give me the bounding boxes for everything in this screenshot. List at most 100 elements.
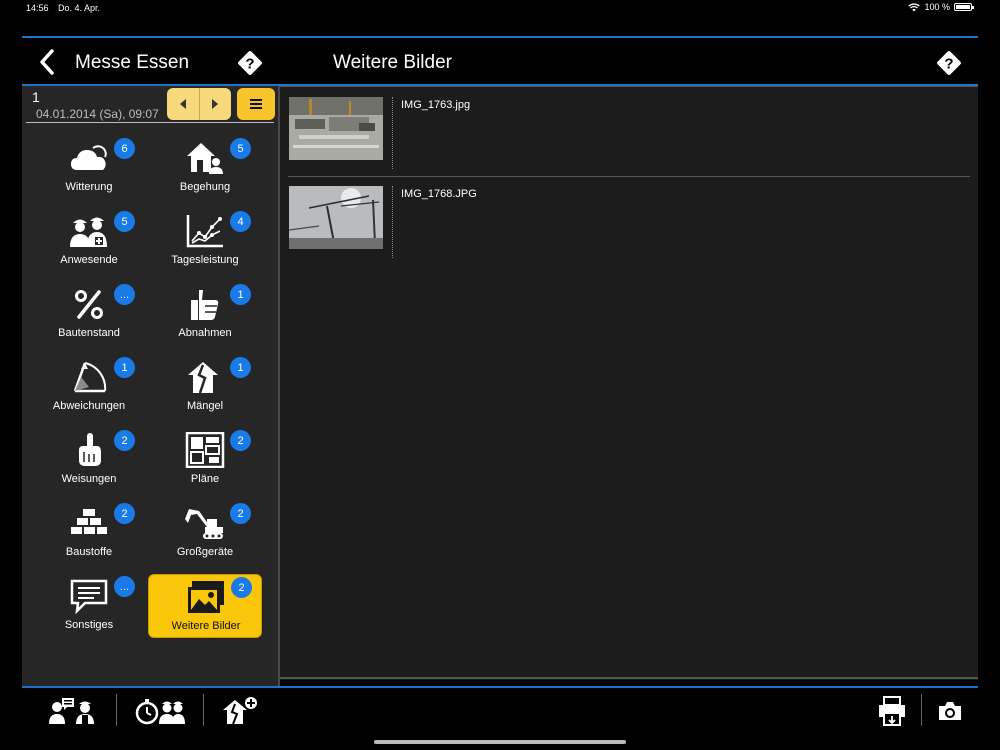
wifi-icon <box>908 2 921 11</box>
category-tile[interactable]: 2 Großgeräte <box>148 501 262 565</box>
list-item[interactable]: IMG_1768.JPG <box>280 178 970 266</box>
status-date: Do. 4. Apr. <box>58 3 101 13</box>
category-tile[interactable]: 6 Witterung <box>32 136 146 200</box>
category-label: Anwesende <box>60 254 118 266</box>
category-label: Begehung <box>179 181 231 193</box>
status-indicators: 100 % <box>908 2 974 12</box>
toolbar-separator <box>921 694 922 726</box>
category-label: Abnahmen <box>178 327 232 339</box>
category-label: Abweichungen <box>52 400 126 412</box>
bricks-icon <box>69 505 109 541</box>
count-badge: 2 <box>114 503 135 524</box>
thumbs-up-icon <box>185 286 225 322</box>
category-tile[interactable]: 1 Abnahmen <box>148 282 262 346</box>
category-tile[interactable]: ... Bautenstand <box>32 282 146 346</box>
count-badge: 2 <box>230 503 251 524</box>
category-tile[interactable]: 2 Pläne <box>148 428 262 492</box>
workers-icon <box>69 213 109 249</box>
category-tile[interactable]: ... Sonstiges <box>32 574 146 638</box>
excavator-icon <box>185 505 225 541</box>
cloud-icon <box>69 140 109 176</box>
count-badge: ... <box>114 284 135 305</box>
list-bottom-divider <box>280 677 978 679</box>
count-badge: 2 <box>114 430 135 451</box>
count-badge: 1 <box>230 357 251 378</box>
back-chevron-icon[interactable] <box>36 48 58 76</box>
category-tile[interactable]: 1 Mängel <box>148 355 262 419</box>
image-list: IMG_1763.jpg IMG_1768.JPG <box>280 86 978 680</box>
battery-percent: 100 % <box>924 2 950 12</box>
deviation-icon <box>69 359 109 395</box>
category-tile[interactable]: 2 Baustoffe <box>32 501 146 565</box>
persons-chat-icon <box>49 698 94 724</box>
image-filename: IMG_1763.jpg <box>401 99 471 111</box>
project-title: Messe Essen <box>75 52 190 73</box>
print-export-icon <box>879 696 905 726</box>
next-day-button[interactable] <box>198 88 232 120</box>
category-tile[interactable]: 2 Weisungen <box>32 428 146 492</box>
count-badge: 6 <box>114 138 135 159</box>
day-number: 1 <box>32 89 40 105</box>
day-navigation <box>167 88 231 120</box>
home-indicator <box>374 740 626 744</box>
house-person-icon <box>185 140 225 176</box>
meeting-button[interactable] <box>46 694 100 728</box>
category-label: Tagesleistung <box>171 254 239 266</box>
category-tile[interactable]: 5 Begehung <box>148 136 262 200</box>
line-chart-icon <box>185 213 225 249</box>
category-label: Sonstiges <box>64 619 114 631</box>
row-divider <box>288 176 970 177</box>
toolbar-separator <box>203 694 204 726</box>
svg-text:?: ? <box>245 56 254 73</box>
bottom-toolbar <box>22 688 978 734</box>
pictures-icon <box>186 579 226 615</box>
count-badge: 1 <box>114 357 135 378</box>
count-badge: 5 <box>114 211 135 232</box>
count-badge: 5 <box>230 138 251 159</box>
add-broken-house-icon <box>223 697 257 725</box>
camera-button[interactable] <box>934 694 966 728</box>
triangle-right-icon <box>212 99 219 109</box>
battery-icon <box>954 3 974 11</box>
category-tile[interactable]: 5 Anwesende <box>32 209 146 273</box>
count-badge: 2 <box>230 430 251 451</box>
category-label: Baustoffe <box>65 546 113 558</box>
header-divider <box>26 122 274 123</box>
triangle-left-icon <box>179 99 186 109</box>
speech-bubble-icon <box>69 578 109 615</box>
item-separator <box>392 97 393 169</box>
percent-icon <box>69 286 109 322</box>
status-time: 14:56 <box>26 3 49 13</box>
broken-house-icon <box>185 359 225 395</box>
category-label: Weitere Bilder <box>171 620 241 632</box>
help-icon[interactable]: ? <box>236 49 264 77</box>
category-tile[interactable]: 1 Abweichungen <box>32 355 146 419</box>
menu-button[interactable] <box>237 88 275 120</box>
category-panel: 1 04.01.2014 (Sa), 09:07 6 Witterung 5 Bege… <box>22 86 278 686</box>
floorplan-icon <box>185 431 225 469</box>
stopwatch-workers-icon <box>135 699 185 725</box>
category-label: Bautenstand <box>58 327 120 339</box>
day-header: 1 04.01.2014 (Sa), 09:07 <box>22 86 278 124</box>
list-item[interactable]: IMG_1763.jpg <box>280 89 970 177</box>
time-tracking-button[interactable] <box>134 694 186 728</box>
count-badge: 2 <box>231 577 252 598</box>
help-icon[interactable]: ? <box>935 49 963 77</box>
category-tile[interactable]: 4 Tagesleistung <box>148 209 262 273</box>
svg-text:?: ? <box>944 56 953 73</box>
raised-finger-icon <box>69 432 109 468</box>
previous-day-button[interactable] <box>167 88 199 120</box>
add-defect-button[interactable] <box>220 694 260 728</box>
category-tile[interactable]: 2 Weitere Bilder <box>148 574 262 638</box>
category-label: Großgeräte <box>176 546 234 558</box>
hamburger-icon <box>250 99 262 109</box>
category-label: Witterung <box>65 181 113 193</box>
item-separator <box>392 186 393 258</box>
camera-icon <box>939 702 961 720</box>
category-label: Mängel <box>186 400 224 412</box>
export-button[interactable] <box>876 694 908 728</box>
count-badge: 4 <box>230 211 251 232</box>
count-badge: ... <box>114 576 135 597</box>
toolbar-separator <box>116 694 117 726</box>
thumbnail-cranes <box>289 186 383 249</box>
